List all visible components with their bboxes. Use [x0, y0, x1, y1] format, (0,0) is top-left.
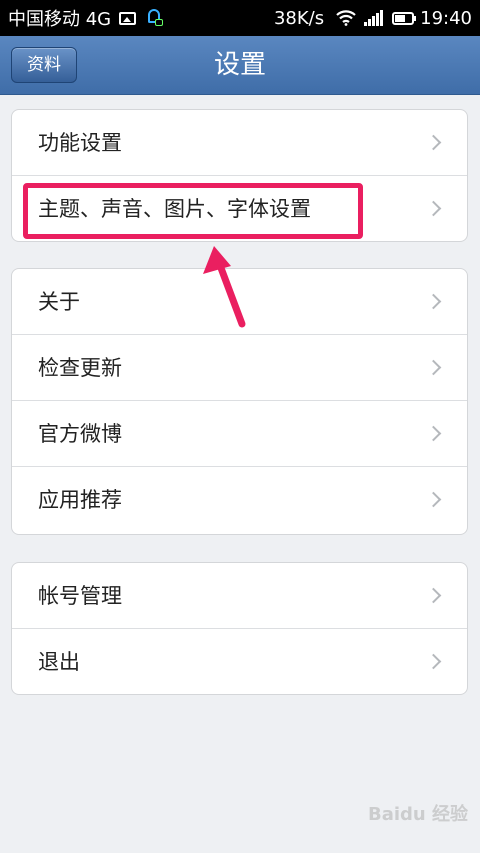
signal-icon — [364, 10, 384, 26]
clock: 19:40 — [420, 7, 472, 29]
chevron-right-icon — [425, 653, 442, 670]
network-speed: 38K/s — [273, 7, 325, 29]
settings-item-official-weibo[interactable]: 官方微博 — [12, 401, 467, 467]
battery-icon — [392, 11, 417, 25]
chevron-right-icon — [425, 293, 442, 310]
settings-item-label: 检查更新 — [38, 356, 122, 380]
back-button[interactable]: 资料 — [11, 47, 77, 83]
chevron-right-icon — [425, 491, 442, 508]
status-bar: 中国移动 4G 38K/s 19:40 — [0, 0, 480, 36]
chevron-right-icon — [425, 134, 442, 151]
settings-group-3: 帐号管理 退出 — [11, 562, 468, 695]
settings-item-label: 应用推荐 — [38, 488, 122, 512]
settings-item-label: 退出 — [38, 650, 80, 674]
carrier-label: 中国移动 4G — [8, 9, 112, 30]
chevron-right-icon — [425, 425, 442, 442]
chevron-right-icon — [425, 359, 442, 376]
settings-item-function[interactable]: 功能设置 — [12, 110, 467, 176]
settings-item-label: 帐号管理 — [38, 584, 122, 608]
settings-item-app-recommend[interactable]: 应用推荐 — [12, 467, 467, 533]
annotation-highlight-box — [23, 183, 363, 239]
settings-item-label: 功能设置 — [38, 131, 122, 155]
settings-item-label: 关于 — [38, 290, 80, 314]
settings-item-label: 官方微博 — [38, 422, 122, 446]
chevron-right-icon — [425, 200, 442, 217]
settings-item-logout[interactable]: 退出 — [12, 629, 467, 694]
picture-icon — [119, 11, 137, 25]
headset-icon — [146, 8, 164, 28]
settings-item-check-update[interactable]: 检查更新 — [12, 335, 467, 401]
annotation-arrow-icon — [203, 246, 246, 328]
settings-item-account[interactable]: 帐号管理 — [12, 563, 467, 629]
watermark: Baidu 经验 — [368, 804, 469, 825]
wifi-icon — [336, 10, 356, 26]
chevron-right-icon — [425, 587, 442, 604]
title-bar: 资料 设置 — [0, 36, 480, 95]
